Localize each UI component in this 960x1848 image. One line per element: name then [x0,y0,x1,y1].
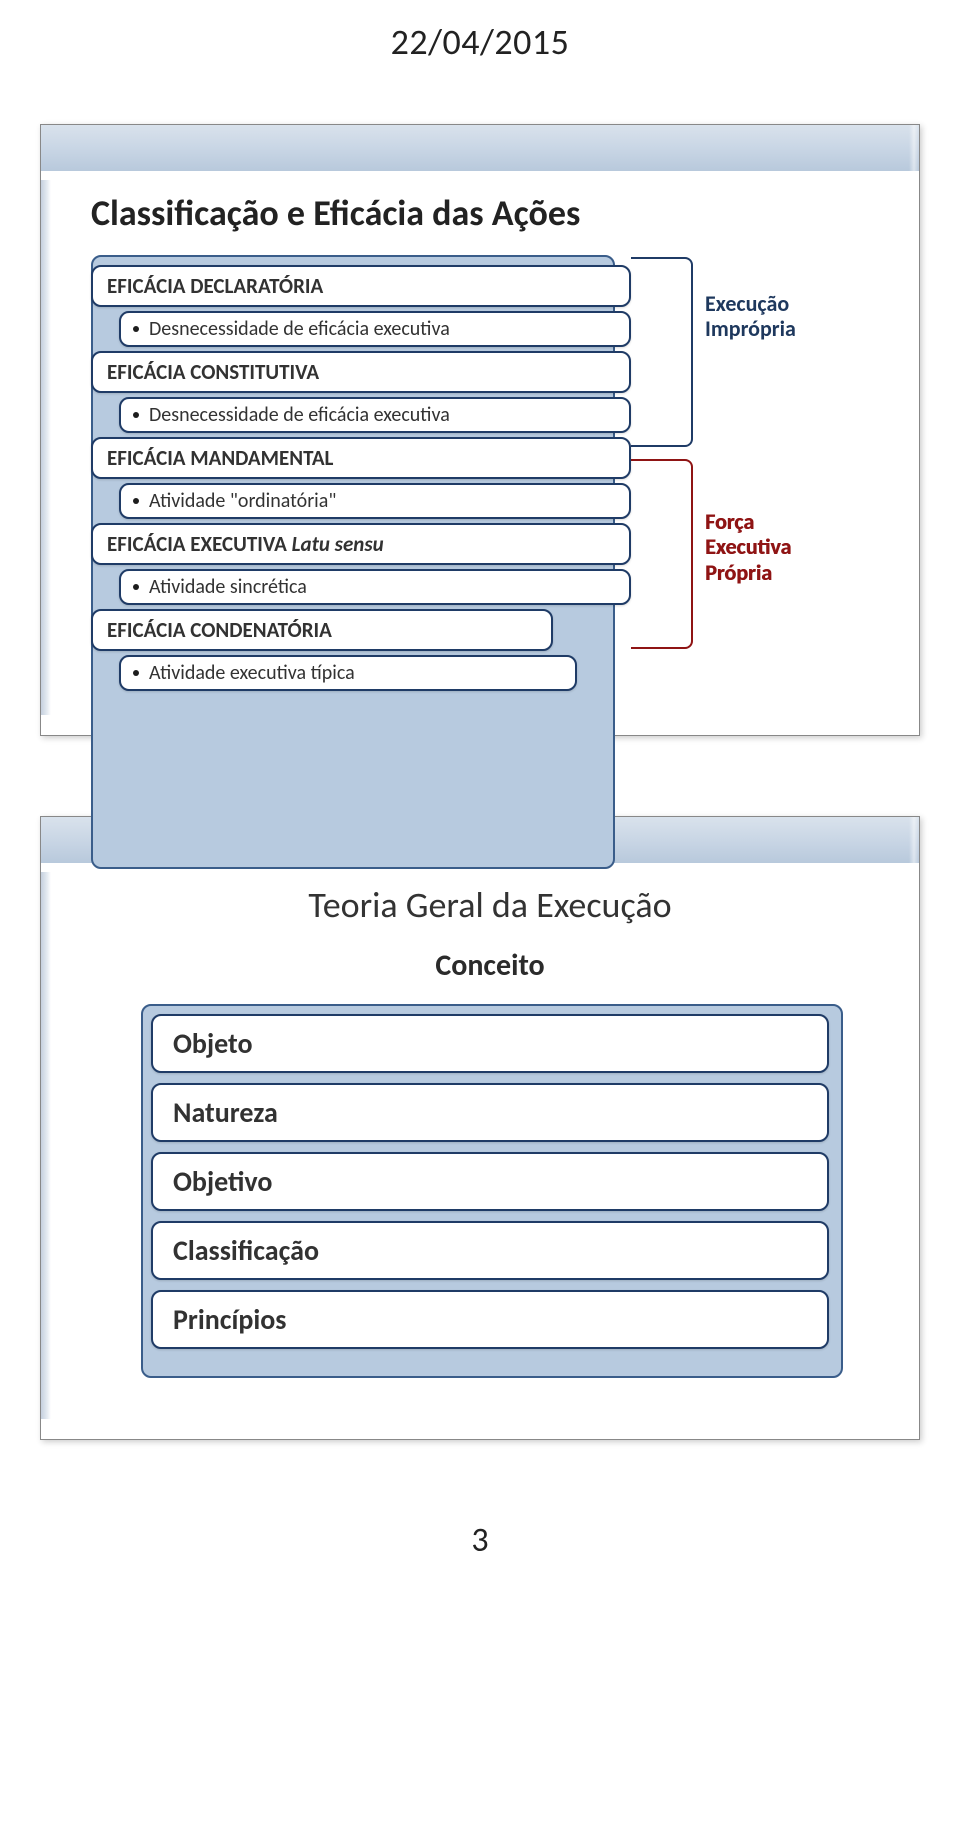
page-number: 3 [0,1520,960,1561]
box-principios: Princípios [151,1290,829,1349]
box-natureza: Natureza [151,1083,829,1142]
slide-header-band [41,125,919,171]
slide2-list: Objeto Natureza Objetivo Classificação P… [151,1014,829,1349]
slide2-title: Teoria Geral da Execução [91,883,889,927]
label-forca-executiva: Força Executiva Própria [705,509,791,585]
box-constitutiva-sub: Desnecessidade de eficácia executiva [119,397,631,433]
box-classificacao: Classificação [151,1221,829,1280]
box-executiva-sub: Atividade sincrética [119,569,631,605]
box-mandamental-sub: Atividade "ordinatória" [119,483,631,519]
bullet-icon [133,498,139,504]
box-sub-label: Desnecessidade de eficácia executiva [149,403,450,427]
box-sub-label: Atividade "ordinatória" [149,489,336,513]
box-objetivo: Objetivo [151,1152,829,1211]
label-line2: Imprópria [705,315,796,342]
box-mandamental: EFICÁCIA MANDAMENTAL [91,437,631,479]
box-sub-label: Atividade sincrética [149,575,307,599]
box-constitutiva: EFICÁCIA CONSTITUTIVA [91,351,631,393]
bullet-icon [133,412,139,418]
box-objeto: Objeto [151,1014,829,1073]
box-executiva-latu-em: Latu sensu [292,531,384,557]
box-sub-label: Atividade executiva típica [149,661,355,685]
page-date: 22/04/2015 [0,20,960,64]
box-declaratoria-sub: Desnecessidade de eficácia executiva [119,311,631,347]
slide-teoria-geral: Teoria Geral da Execução Conceito Objeto… [40,816,920,1440]
slide1-title: Classificação e Eficácia das Ações [91,191,889,235]
box-sub-label: Desnecessidade de eficácia executiva [149,317,450,341]
box-condenatoria: EFICÁCIA CONDENATÓRIA [91,609,553,651]
bracket-forca-executiva [631,459,693,649]
slide1-left-column: EFICÁCIA DECLARATÓRIA Desnecessidade de … [91,261,631,695]
bracket-execucao-impropria [631,257,693,447]
box-executiva-latu: EFICÁCIA EXECUTIVA Latu sensu [91,523,631,565]
bullet-icon [133,584,139,590]
slide2-subtitle: Conceito [91,947,889,984]
slide-classificacao: Classificação e Eficácia das Ações EFICÁ… [40,124,920,736]
box-executiva-prefix: EFICÁCIA EXECUTIVA [107,531,292,557]
label-execucao-impropria: Execução Imprópria [705,291,796,342]
label-line1: Força [705,508,754,535]
label-line1: Execução [705,290,789,317]
bullet-icon [133,670,139,676]
box-declaratoria: EFICÁCIA DECLARATÓRIA [91,265,631,307]
box-condenatoria-sub: Atividade executiva típica [119,655,577,691]
label-line3: Própria [705,559,772,586]
bullet-icon [133,326,139,332]
label-line2: Executiva [705,533,791,560]
